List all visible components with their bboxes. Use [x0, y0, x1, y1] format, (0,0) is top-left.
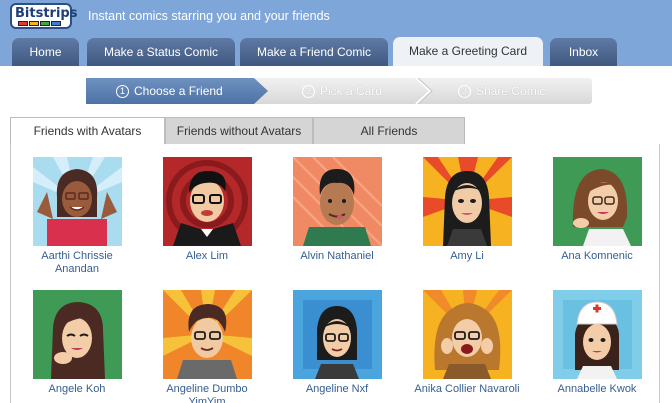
avatar-image[interactable] [32, 290, 122, 379]
avatar-image[interactable] [552, 157, 642, 246]
avatar-image[interactable] [292, 290, 382, 379]
avatar-image[interactable] [292, 157, 382, 246]
logo-color-bars [18, 21, 61, 26]
friend-card[interactable]: Anika Collier Navaroli [412, 290, 522, 396]
avatar-image[interactable] [422, 290, 512, 379]
tab-make-friend-comic[interactable]: Make a Friend Comic [240, 38, 388, 66]
tab-inbox[interactable]: Inbox [550, 38, 617, 66]
tab-friends-with-avatars[interactable]: Friends with Avatars [10, 117, 165, 144]
friend-card[interactable]: Amy Li [412, 157, 522, 263]
step-label: Share Comic [476, 84, 546, 98]
step-3: 3 Share Comic [458, 78, 545, 104]
friend-card[interactable]: Ana Komnenic [542, 157, 652, 263]
step-progress: 1 Choose a Friend 2 Pick a Card 3 Share Com… [86, 78, 592, 104]
friend-name[interactable]: Angeline Dumbo YimYim [152, 383, 262, 403]
avatar-image[interactable] [422, 157, 512, 246]
friend-name[interactable]: Annabelle Kwok [542, 383, 652, 396]
tagline: Instant comics starring you and your fri… [88, 9, 330, 23]
tab-all-friends[interactable]: All Friends [313, 117, 465, 144]
friend-name[interactable]: Aarthi Chrissie Anandan [22, 250, 132, 276]
app-header: Bitstrips Instant comics starring you an… [0, 0, 672, 66]
friend-card[interactable]: Alex Lim [152, 157, 262, 263]
friend-name[interactable]: Ana Komnenic [542, 250, 652, 263]
avatar-image[interactable] [552, 290, 642, 379]
friends-panel: Aarthi Chrissie Anandan Alex Lim Alvin N… [10, 144, 660, 403]
tab-friends-without-avatars[interactable]: Friends without Avatars [165, 117, 313, 144]
friend-card[interactable]: Alvin Nathaniel [282, 157, 392, 263]
avatar-image[interactable] [162, 290, 252, 379]
friend-card[interactable]: Aarthi Chrissie Anandan [22, 157, 132, 276]
step-label: Pick a Card [320, 84, 383, 98]
friend-name[interactable]: Alvin Nathaniel [282, 250, 392, 263]
avatar-image[interactable] [162, 157, 252, 246]
tab-home[interactable]: Home [12, 38, 79, 66]
bitstrips-logo[interactable]: Bitstrips [10, 3, 77, 29]
step-number: 1 [116, 85, 129, 98]
friend-card[interactable]: Angeline Dumbo YimYim [152, 290, 262, 403]
friend-card[interactable]: Annabelle Kwok [542, 290, 652, 396]
friend-card[interactable]: Angeline Nxf [282, 290, 392, 396]
step-2: 2 Pick a Card [302, 78, 382, 104]
friend-name[interactable]: Angele Koh [22, 383, 132, 396]
friend-name[interactable]: Amy Li [412, 250, 522, 263]
tab-make-greeting-card[interactable]: Make a Greeting Card [393, 37, 543, 66]
logo-text: Bitstrips [15, 6, 78, 21]
friend-name[interactable]: Alex Lim [152, 250, 262, 263]
step-label: Choose a Friend [134, 84, 223, 98]
friend-name[interactable]: Angeline Nxf [282, 383, 392, 396]
avatar-image[interactable] [32, 157, 122, 246]
step-number: 2 [302, 85, 315, 98]
friend-name[interactable]: Anika Collier Navaroli [412, 383, 522, 396]
friend-card[interactable]: Angele Koh [22, 290, 132, 396]
tab-make-status-comic[interactable]: Make a Status Comic [87, 38, 235, 66]
step-number: 3 [458, 85, 471, 98]
step-1: 1 Choose a Friend [116, 78, 223, 104]
